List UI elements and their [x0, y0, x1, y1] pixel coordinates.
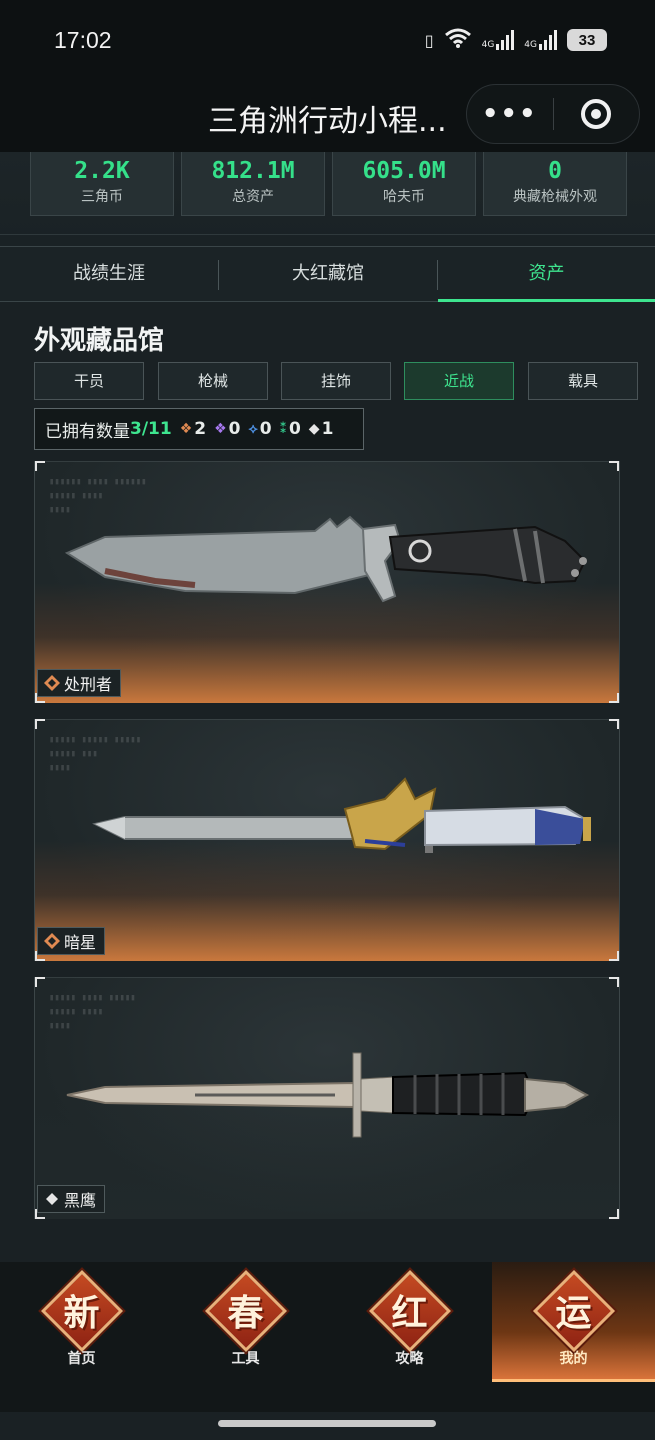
item-name-tag: 处刑者	[37, 669, 122, 697]
stat-value: 2.2K	[74, 158, 130, 184]
gold-rarity-icon	[44, 675, 60, 691]
owned-label: 已拥有数量	[45, 421, 130, 442]
nav-label: 首页	[67, 1351, 96, 1367]
stat-card: 2.2K 三角币	[30, 152, 174, 216]
status-icons: ▯ 4G 4G 33	[425, 28, 607, 52]
white-tier-icon: ◆	[308, 421, 320, 437]
item-name-tag: 暗星	[37, 927, 106, 955]
home-indicator[interactable]	[218, 1420, 436, 1427]
status-time: 17:02	[54, 27, 112, 53]
vibrate-icon: ▯	[424, 30, 434, 50]
tier-count: ❖ 0	[214, 419, 241, 439]
item-name: 暗星	[64, 933, 97, 952]
nav-guides[interactable]: 红 攻略	[328, 1262, 491, 1382]
stat-label: 总资产	[232, 189, 274, 205]
nav-badge-char: 红	[391, 1292, 428, 1334]
black-hawk-knife-image	[66, 1052, 590, 1138]
divider	[0, 234, 655, 235]
item-card-executioner[interactable]: ▮▮▮▮▮▮ ▮▮▮▮ ▮▮▮▮▮▮ ▮▮▮▮▮ ▮▮▮▮ ▮▮▮▮ 处刑者	[34, 461, 620, 703]
item-card-dark-star[interactable]: ▮▮▮▮▮ ▮▮▮▮▮ ▮▮▮▮▮ ▮▮▮▮▮ ▮▮▮ ▮▮▮▮ 暗星	[34, 719, 620, 961]
nav-label: 攻略	[395, 1351, 424, 1367]
category-charm[interactable]: 挂饰	[281, 362, 391, 400]
nav-label: 我的	[559, 1351, 588, 1367]
owned-count: 3/11	[130, 419, 172, 439]
category-vehicle[interactable]: 载具	[528, 362, 638, 400]
tier-count: ◆ 1	[308, 419, 334, 439]
main-tabs: 战绩生涯 大红藏馆 资产	[0, 246, 655, 302]
executioner-knife-image	[65, 515, 587, 603]
signal-icon-2: 4G	[524, 30, 557, 50]
wifi-icon	[444, 28, 472, 52]
stat-card: 0 典藏枪械外观	[483, 152, 627, 216]
more-options-button[interactable]: •••	[467, 99, 553, 129]
nav-profile[interactable]: 运 我的	[492, 1262, 655, 1382]
network-label-2: 4G	[524, 40, 537, 50]
tab-assets[interactable]: 资产	[438, 247, 655, 302]
nav-badge-char: 运	[555, 1292, 592, 1334]
stat-value: 812.1M	[211, 158, 295, 184]
category-gun[interactable]: 枪械	[158, 362, 268, 400]
owned-summary: 已拥有数量 3/11 ❖ 2 ❖ 0 ⟡ 0 ⁑ 0 ◆ 1	[34, 408, 364, 450]
nav-tools[interactable]: 春 工具	[164, 1262, 327, 1382]
category-melee[interactable]: 近战	[404, 362, 514, 400]
item-name: 黑鹰	[64, 1191, 97, 1210]
item-name: 处刑者	[64, 675, 113, 694]
purple-tier-icon: ❖	[214, 421, 227, 437]
signal-icon-1: 4G	[482, 30, 515, 50]
nav-label: 工具	[231, 1351, 260, 1367]
stat-card: 605.0M 哈夫币	[332, 152, 476, 216]
item-card-black-hawk[interactable]: ▮▮▮▮▮ ▮▮▮▮ ▮▮▮▮▮ ▮▮▮▮▮ ▮▮▮▮ ▮▮▮▮ 黑鹰	[34, 977, 620, 1219]
tier-count: ⟡ 0	[248, 419, 272, 439]
bottom-navigation: 新 首页 春 工具 红 攻略 运 我的	[0, 1262, 655, 1412]
mini-program-header: 三角洲行动小程... •••	[0, 84, 655, 152]
nav-badge-char: 春	[227, 1292, 264, 1334]
close-program-button[interactable]	[554, 99, 640, 129]
gold-tier-icon: ❖	[179, 421, 193, 437]
white-rarity-icon	[46, 1193, 58, 1205]
dark-star-knife-image	[92, 777, 591, 853]
blue-tier-icon: ⟡	[248, 421, 258, 437]
category-operator[interactable]: 干员	[34, 362, 144, 400]
stat-value: 0	[548, 158, 562, 184]
stats-panel: 2.2K 三角币 812.1M 总资产 605.0M 哈夫币 0 典藏枪械外观	[0, 152, 655, 246]
network-label-1: 4G	[481, 40, 495, 50]
stat-card: 812.1M 总资产	[181, 152, 325, 216]
mini-program-capsule: •••	[466, 84, 640, 144]
page-title: 三角洲行动小程...	[208, 104, 447, 139]
stat-label: 典藏枪械外观	[513, 189, 597, 205]
section-title: 外观藏品馆	[34, 326, 165, 356]
target-icon	[581, 99, 612, 129]
stat-label: 哈夫币	[383, 189, 425, 205]
tab-red-collection[interactable]: 大红藏馆	[219, 247, 437, 302]
stat-label: 三角币	[81, 189, 123, 205]
nav-home[interactable]: 新 首页	[0, 1262, 163, 1382]
item-name-tag: 黑鹰	[37, 1185, 106, 1213]
tier-count: ❖ 2	[179, 419, 207, 439]
status-bar: 17:02 ▯ 4G 4G 33	[0, 0, 655, 84]
gold-rarity-icon	[44, 933, 60, 949]
nav-badge-char: 新	[63, 1292, 100, 1334]
battery-icon: 33	[567, 29, 607, 51]
green-tier-icon: ⁑	[279, 421, 287, 437]
category-filter: 干员 枪械 挂饰 近战 载具	[34, 362, 638, 400]
tier-count: ⁑ 0	[279, 419, 301, 439]
stat-value: 605.0M	[362, 158, 446, 184]
tab-career[interactable]: 战绩生涯	[0, 247, 218, 302]
